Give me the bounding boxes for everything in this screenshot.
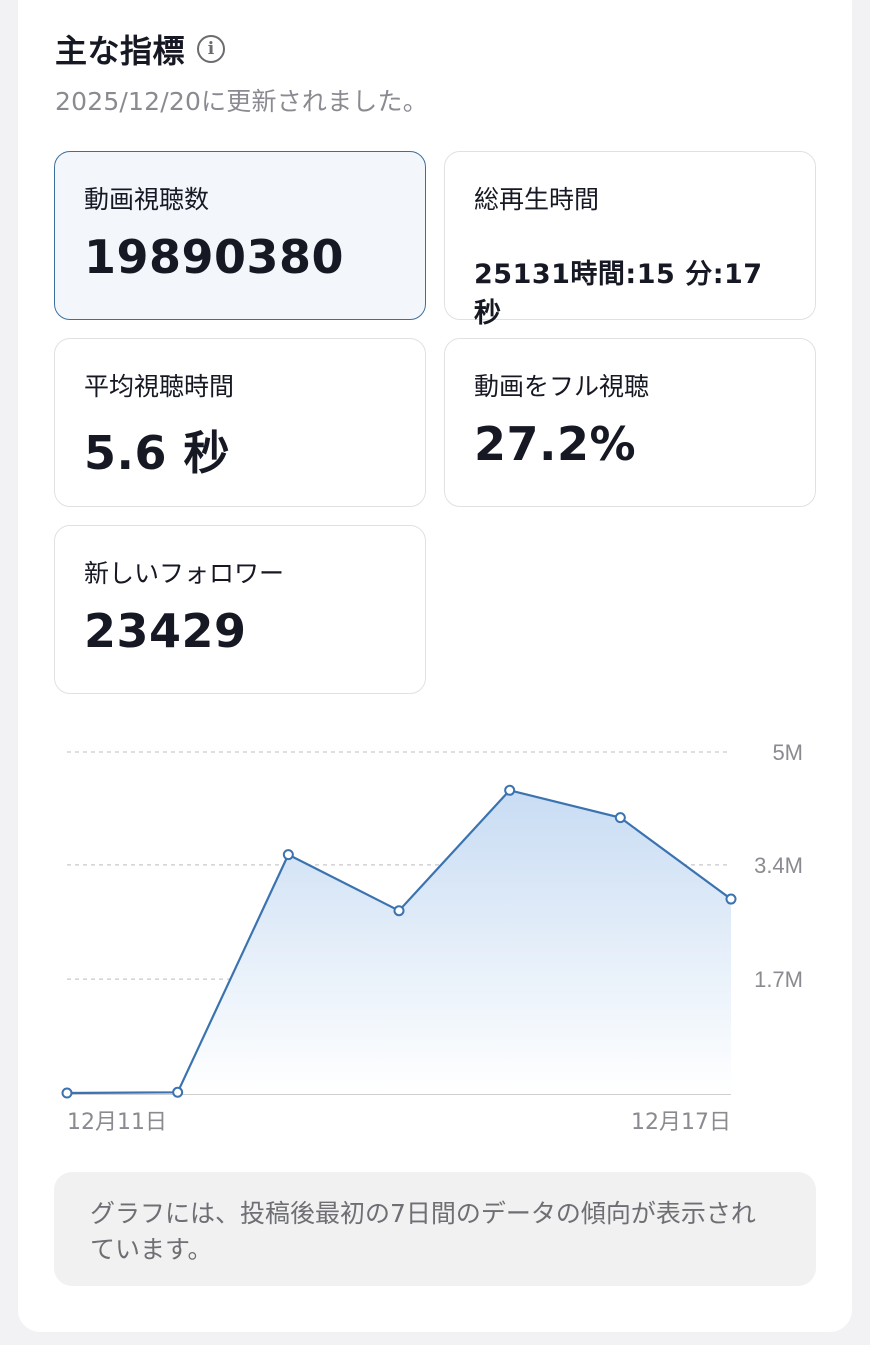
data-point (614, 812, 626, 824)
data-point (504, 784, 516, 796)
views-trend-chart: 5M 3.4M 1.7M 12月11日 12月17日 (61, 740, 803, 1135)
x-tick-label: 12月17日 (631, 1110, 731, 1135)
x-tick-label: 12月11日 (67, 1110, 167, 1135)
data-point (172, 1086, 184, 1098)
data-point (725, 893, 737, 905)
y-tick-label: 5M (772, 740, 803, 765)
y-tick-label: 1.7M (754, 967, 803, 992)
chart-note: グラフには、投稿後最初の7日間のデータの傾向が表示されています。 (54, 1172, 816, 1286)
data-point (282, 849, 294, 861)
y-tick-label: 3.4M (754, 853, 803, 878)
area-fill (67, 790, 731, 1094)
data-point (61, 1087, 73, 1099)
data-point (393, 905, 405, 917)
